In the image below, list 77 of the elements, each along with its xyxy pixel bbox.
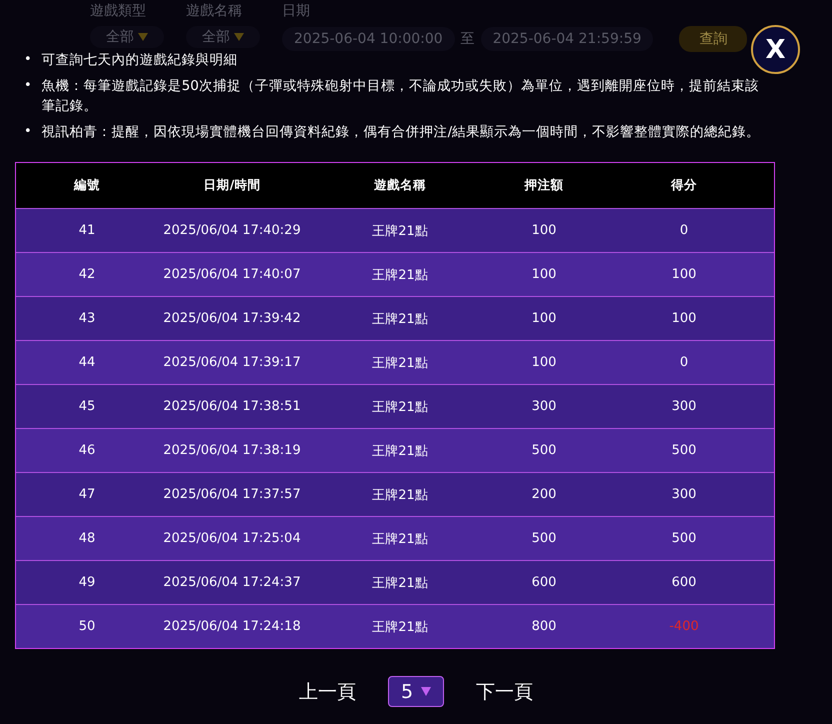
table-cell-text: 500	[530, 531, 558, 546]
column-header: 日期/時間	[202, 177, 262, 194]
table-cell-text: 王牌21點	[371, 442, 429, 460]
bullet: •	[24, 123, 32, 141]
table-cell-text: 600	[670, 575, 698, 590]
table-cell-text: 100	[530, 355, 558, 370]
table-cell-text: 2025/06/04 17:40:29	[162, 223, 302, 238]
caret-icon	[234, 33, 244, 41]
table-cell-text: 2025/06/04 17:38:51	[162, 399, 302, 414]
note-text: 可查詢七天內的遊戲紀錄與明細	[42, 51, 238, 70]
caret-icon	[421, 687, 432, 696]
previous-page-link[interactable]: 上一頁	[299, 678, 356, 704]
column-header: 遊戲名稱	[373, 177, 427, 194]
table-cell-text: 2025/06/04 17:40:07	[162, 267, 302, 282]
table-cell-text: 41	[78, 223, 96, 238]
table-cell-text: 0	[678, 223, 690, 238]
table-cell-text: 800	[530, 619, 558, 634]
table-cell-text: 600	[530, 575, 558, 590]
filter-label: 遊戲名稱	[186, 2, 243, 21]
table-cell-text: 100	[530, 311, 558, 326]
table-cell-text: -400	[668, 619, 700, 634]
table-cell-text: 42	[78, 267, 96, 282]
table-cell-text: 王牌21點	[371, 222, 429, 240]
table-cell-text: 300	[530, 399, 558, 414]
table-cell-text: 2025/06/04 17:38:19	[162, 443, 302, 458]
table-cell-text: 王牌21點	[371, 574, 429, 592]
table-cell-text: 200	[530, 487, 558, 502]
table-cell-text: 王牌21點	[371, 398, 429, 416]
table-cell-text: 49	[78, 575, 96, 590]
table-cell-text: 100	[670, 311, 698, 326]
dropdown[interactable]: 全部	[186, 26, 260, 48]
caret-icon	[138, 33, 148, 41]
table-cell-text: 2025/06/04 17:37:57	[162, 487, 302, 502]
table-cell-text: 2025/06/04 17:39:42	[162, 311, 302, 326]
table-cell-text: 48	[78, 531, 96, 546]
note-text: 視訊柏青：提醒，因依現場實體機台回傳資料紀錄，偶有合併押注/結果顯示為一個時間，不影響整體實際的總紀錄。	[42, 123, 760, 142]
column-header: 押注額	[523, 177, 564, 194]
table-cell-text: 500	[530, 443, 558, 458]
table-cell-text: 43	[78, 311, 96, 326]
table-cell-text: 100	[670, 267, 698, 282]
table-cell-text: 100	[530, 223, 558, 238]
column-header: 編號	[72, 177, 101, 194]
table-cell-text: 47	[78, 487, 96, 502]
table-cell-text: 0	[678, 355, 690, 370]
table-cell-text: 300	[670, 399, 698, 414]
next-page-link[interactable]: 下一頁	[476, 678, 533, 704]
table-cell-text: 44	[78, 355, 96, 370]
column-header: 得分	[670, 177, 698, 194]
bullet: •	[24, 77, 32, 95]
table-cell-text: 王牌21點	[371, 618, 429, 636]
table-cell-text: 2025/06/04 17:39:17	[162, 355, 302, 370]
table-cell-text: 100	[530, 267, 558, 282]
date-field[interactable]: 2025-06-04 10:00:00	[282, 27, 455, 51]
date-field[interactable]: 2025-06-04 21:59:59	[480, 27, 654, 51]
table-cell-text: 500	[670, 531, 698, 546]
table-cell-text: 王牌21點	[371, 530, 429, 548]
table-cell-text: 2025/06/04 17:25:04	[162, 531, 302, 546]
query-button[interactable]: 查詢	[679, 26, 748, 52]
table-cell-text: 300	[670, 487, 698, 502]
table-cell-text: 45	[78, 399, 96, 414]
table-cell-text: 500	[670, 443, 698, 458]
dropdown[interactable]: 全部	[90, 26, 164, 48]
table-cell-text: 2025/06/04 17:24:37	[162, 575, 302, 590]
page-select[interactable]: 5	[388, 676, 444, 707]
table-cell-text: 王牌21點	[371, 310, 429, 328]
filter-label: 日期	[282, 2, 311, 21]
note-text: 魚機：每筆遊戲記錄是50次捕捉（子彈或特殊砲射中目標，不論成功或失敗）為單位，遇到離開座位時，提前結束該筆記錄。	[42, 77, 760, 116]
table-cell-text: 王牌21點	[371, 486, 429, 504]
close-button[interactable]: X	[751, 25, 800, 74]
range-separator: 至	[460, 30, 475, 48]
table-cell-text: 2025/06/04 17:24:18	[162, 619, 302, 634]
table-cell-text: 46	[78, 443, 96, 458]
bullet: •	[24, 51, 32, 69]
table-cell-text: 王牌21點	[371, 266, 429, 284]
filter-label: 遊戲類型	[90, 2, 147, 21]
table-cell-text: 王牌21點	[371, 354, 429, 372]
table-cell-text: 50	[78, 619, 96, 634]
